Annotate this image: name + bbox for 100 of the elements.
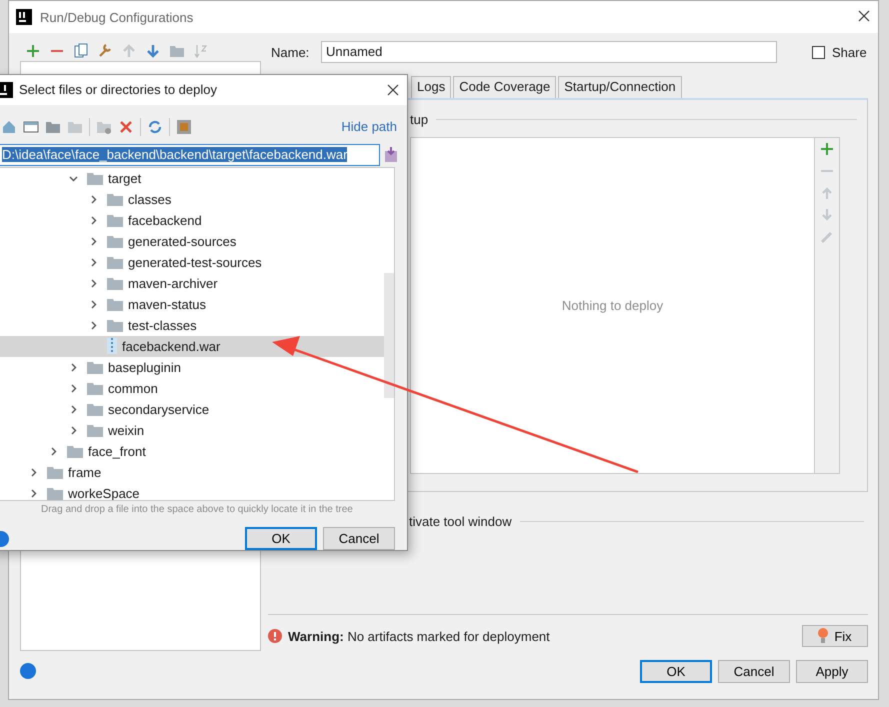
tree-row[interactable]: generated-sources: [0, 230, 394, 252]
tree-label: frame: [68, 464, 102, 480]
arrow-down-icon[interactable]: [145, 43, 161, 59]
folder-icon: [107, 234, 123, 248]
folder-icon: [107, 276, 123, 290]
folder-icon: [47, 486, 63, 500]
tab[interactable]: Logs: [411, 76, 452, 98]
folder-icon: [87, 424, 103, 437]
window-icon[interactable]: [23, 118, 39, 135]
home-icon[interactable]: [1, 118, 17, 135]
chevron-right-icon[interactable]: [49, 446, 58, 456]
chevron-right-icon[interactable]: [69, 384, 78, 393]
tree-row[interactable]: face_front: [0, 440, 394, 462]
chevron-right-icon[interactable]: [69, 404, 78, 414]
name-label: Name:: [271, 44, 310, 60]
add-icon[interactable]: [25, 43, 41, 59]
tree-label: generated-test-sources: [128, 254, 262, 270]
lightbulb-icon: [818, 628, 828, 644]
chevron-right-icon[interactable]: [89, 258, 98, 267]
archive-file-icon: [107, 338, 117, 354]
tab[interactable]: Startup/Connection: [558, 76, 682, 98]
folder-icon: [107, 192, 123, 206]
chevron-down-icon[interactable]: [69, 174, 78, 183]
chevron-right-icon[interactable]: [29, 488, 38, 498]
tree-label: maven-archiver: [128, 276, 218, 291]
tab[interactable]: Code Coverage: [453, 76, 556, 98]
tree-row[interactable]: target: [0, 168, 394, 189]
tree-row[interactable]: maven-archiver: [0, 272, 394, 294]
chevron-right-icon[interactable]: [69, 426, 78, 435]
window-title: Run/Debug Configurations: [40, 10, 194, 24]
tree-row[interactable]: frame: [0, 462, 394, 483]
empty-message: Nothing to deploy: [562, 298, 664, 313]
tree-row[interactable]: common: [0, 378, 394, 399]
tree-label: common: [108, 380, 158, 396]
tree-row[interactable]: facebackend: [0, 210, 394, 231]
tree-row[interactable]: test-classes: [0, 314, 394, 336]
group-title: tup: [410, 112, 428, 127]
hide-path-link[interactable]: Hide path: [341, 119, 397, 134]
dialog-button[interactable]: OK: [640, 660, 712, 682]
dialog-button[interactable]: Apply: [796, 660, 868, 682]
hint-text: Drag and drop a file into the space above to quickly locate it in the tree: [40, 504, 354, 515]
history-icon[interactable]: [384, 146, 398, 163]
tree-row[interactable]: workeSpace: [0, 482, 394, 500]
tree-row[interactable]: weixin: [0, 420, 394, 441]
copy-icon[interactable]: [73, 43, 89, 59]
chevron-right-icon[interactable]: [29, 468, 38, 477]
group-title: tivate tool window: [409, 514, 512, 529]
app-icon: [16, 9, 32, 25]
folder-icon: [107, 318, 123, 332]
close-icon[interactable]: [387, 84, 399, 96]
chevron-right-icon[interactable]: [89, 300, 98, 309]
dialog-title: Select files or directories to deploy: [19, 82, 217, 98]
tree-label: generated-sources: [128, 234, 236, 249]
tree-label: secondaryservice: [108, 402, 210, 417]
tree-label: weixin: [108, 422, 144, 438]
share-checkbox[interactable]: [812, 46, 825, 58]
wrench-icon[interactable]: [97, 43, 113, 59]
add-icon[interactable]: [820, 142, 834, 156]
tree-label: target: [108, 170, 142, 186]
tree-row[interactable]: maven-status: [0, 294, 394, 315]
dialog-button[interactable]: Cancel: [323, 527, 395, 550]
name-field[interactable]: Unnamed: [321, 41, 777, 63]
delete-icon[interactable]: [118, 118, 134, 135]
share-label: Share: [832, 44, 867, 60]
chevron-right-icon[interactable]: [89, 194, 98, 204]
folder-icon: [87, 382, 103, 395]
folder-icon: [47, 466, 63, 479]
chevron-right-icon[interactable]: [69, 362, 78, 372]
chevron-right-icon[interactable]: [89, 236, 98, 246]
folder-icon: [107, 298, 123, 311]
folder-icon: [67, 444, 83, 458]
tree-label: test-classes: [128, 318, 197, 333]
chevron-right-icon[interactable]: [89, 216, 98, 225]
dialog-button[interactable]: OK: [245, 527, 317, 550]
path-field[interactable]: D:\idea\face\face_backend\backend\target\facebackend.war: [0, 144, 380, 166]
chevron-right-icon[interactable]: [89, 278, 98, 288]
tree-label: workeSpace: [68, 486, 140, 500]
tree-label: face_front: [88, 444, 146, 459]
fix-button[interactable]: Fix: [802, 625, 868, 647]
folder-icon: [87, 402, 103, 416]
tree-label: facebackend: [128, 212, 202, 228]
error-icon: [268, 629, 282, 643]
warning-message: Warning: No artifacts marked for deployment: [288, 628, 550, 644]
tree-label: basepluginin: [108, 360, 182, 375]
refresh-icon[interactable]: [147, 118, 163, 135]
dialog-button[interactable]: Cancel: [718, 660, 790, 682]
close-icon[interactable]: [858, 10, 870, 22]
frame-icon[interactable]: [176, 118, 192, 135]
tree-row[interactable]: secondaryservice: [0, 398, 394, 420]
tree-row[interactable]: generated-test-sources: [0, 252, 394, 273]
chevron-right-icon[interactable]: [89, 320, 98, 330]
folder-icon: [87, 360, 103, 374]
folder-icon: [87, 172, 103, 185]
tree-label: facebackend.war: [122, 338, 220, 354]
scrollbar[interactable]: [384, 272, 394, 398]
folder-icon: [107, 214, 123, 227]
tree-label: classes: [128, 192, 172, 207]
tree-row[interactable]: classes: [0, 188, 394, 210]
help-icon[interactable]: [20, 663, 36, 679]
tree-row[interactable]: basepluginin: [0, 356, 394, 378]
